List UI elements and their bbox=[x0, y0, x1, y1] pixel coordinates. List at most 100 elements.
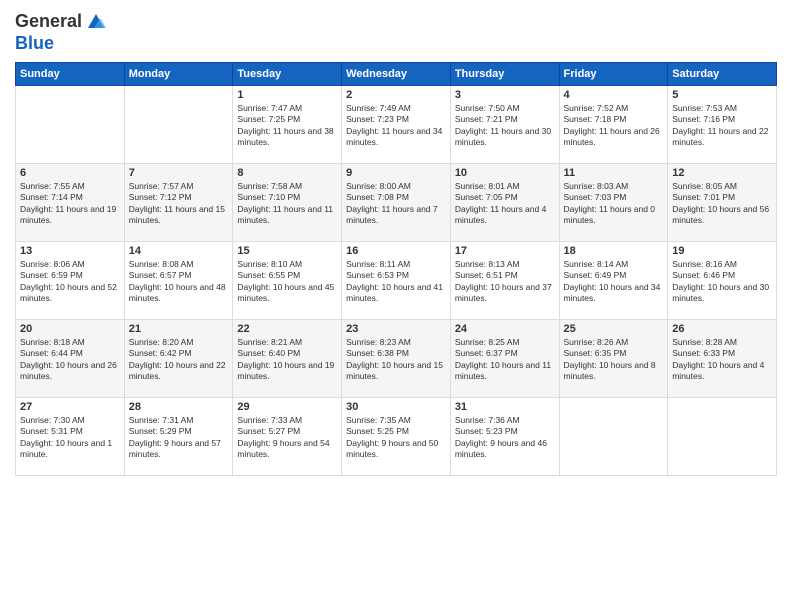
day-number: 11 bbox=[564, 167, 664, 179]
day-cell: 31 Sunrise: 7:36 AM Sunset: 5:23 PM Dayli… bbox=[450, 397, 559, 475]
day-number: 28 bbox=[129, 401, 229, 413]
day-cell: 12Sunrise: 8:05 AM Sunset: 7:01 PM Dayli… bbox=[668, 163, 777, 241]
day-cell: 24Sunrise: 8:25 AM Sunset: 6:37 PM Dayli… bbox=[450, 319, 559, 397]
day-number: 9 bbox=[346, 167, 446, 179]
day-cell bbox=[124, 85, 233, 163]
day-number: 1 bbox=[237, 89, 337, 101]
week-row-4: 20 Sunrise: 8:18 AM Sunset: 6:44 PM Dayli… bbox=[16, 319, 777, 397]
day-info: Sunrise: 7:31 AM Sunset: 5:29 PM Dayligh… bbox=[129, 415, 229, 461]
day-cell: 8 Sunrise: 7:58 AM Sunset: 7:10 PM Daylig… bbox=[233, 163, 342, 241]
day-cell: 17 Sunrise: 8:13 AM Sunset: 6:51 PM Dayli… bbox=[450, 241, 559, 319]
day-cell: 20 Sunrise: 8:18 AM Sunset: 6:44 PM Dayli… bbox=[16, 319, 125, 397]
day-number: 23 bbox=[346, 323, 446, 335]
day-cell: 14Sunrise: 8:08 AM Sunset: 6:57 PM Dayli… bbox=[124, 241, 233, 319]
day-cell: 1 Sunrise: 7:47 AM Sunset: 7:25 PM Daylig… bbox=[233, 85, 342, 163]
logo-icon bbox=[84, 10, 108, 34]
day-number: 21 bbox=[129, 323, 229, 335]
page: General Blue SundayMondayTuesdayWednesda… bbox=[0, 0, 792, 612]
day-cell: 7 Sunrise: 7:57 AM Sunset: 7:12 PM Daylig… bbox=[124, 163, 233, 241]
day-number: 16 bbox=[346, 245, 446, 257]
day-info: Sunrise: 7:50 AM Sunset: 7:21 PM Dayligh… bbox=[455, 103, 555, 149]
day-cell: 18 Sunrise: 8:14 AM Sunset: 6:49 PM Dayli… bbox=[559, 241, 668, 319]
day-number: 10 bbox=[455, 167, 555, 179]
day-info: Sunrise: 7:47 AM Sunset: 7:25 PM Dayligh… bbox=[237, 103, 337, 149]
day-number: 20 bbox=[20, 323, 120, 335]
day-number: 12 bbox=[672, 167, 772, 179]
day-info: Sunrise: 8:00 AM Sunset: 7:08 PM Dayligh… bbox=[346, 181, 446, 227]
weekday-header-wednesday: Wednesday bbox=[342, 62, 451, 85]
day-cell: 22 Sunrise: 8:21 AM Sunset: 6:40 PM Dayli… bbox=[233, 319, 342, 397]
weekday-header-tuesday: Tuesday bbox=[233, 62, 342, 85]
day-info: Sunrise: 7:30 AM Sunset: 5:31 PM Dayligh… bbox=[20, 415, 120, 461]
day-number: 13 bbox=[20, 245, 120, 257]
day-info: Sunrise: 8:16 AM Sunset: 6:46 PM Dayligh… bbox=[672, 259, 772, 305]
day-number: 30 bbox=[346, 401, 446, 413]
day-number: 15 bbox=[237, 245, 337, 257]
day-info: Sunrise: 7:49 AM Sunset: 7:23 PM Dayligh… bbox=[346, 103, 446, 149]
day-info: Sunrise: 7:57 AM Sunset: 7:12 PM Dayligh… bbox=[129, 181, 229, 227]
day-cell: 11 Sunrise: 8:03 AM Sunset: 7:03 PM Dayli… bbox=[559, 163, 668, 241]
day-info: Sunrise: 7:33 AM Sunset: 5:27 PM Dayligh… bbox=[237, 415, 337, 461]
day-info: Sunrise: 8:21 AM Sunset: 6:40 PM Dayligh… bbox=[237, 337, 337, 383]
day-info: Sunrise: 7:36 AM Sunset: 5:23 PM Dayligh… bbox=[455, 415, 555, 461]
weekday-header-sunday: Sunday bbox=[16, 62, 125, 85]
day-number: 5 bbox=[672, 89, 772, 101]
day-cell: 2Sunrise: 7:49 AM Sunset: 7:23 PM Daylig… bbox=[342, 85, 451, 163]
day-cell: 26Sunrise: 8:28 AM Sunset: 6:33 PM Dayli… bbox=[668, 319, 777, 397]
day-number: 24 bbox=[455, 323, 555, 335]
day-number: 31 bbox=[455, 401, 555, 413]
day-info: Sunrise: 8:14 AM Sunset: 6:49 PM Dayligh… bbox=[564, 259, 664, 305]
day-number: 17 bbox=[455, 245, 555, 257]
day-info: Sunrise: 7:52 AM Sunset: 7:18 PM Dayligh… bbox=[564, 103, 664, 149]
day-number: 19 bbox=[672, 245, 772, 257]
day-cell: 30 Sunrise: 7:35 AM Sunset: 5:25 PM Dayli… bbox=[342, 397, 451, 475]
logo-text: General bbox=[15, 12, 82, 32]
day-cell: 10 Sunrise: 8:01 AM Sunset: 7:05 PM Dayli… bbox=[450, 163, 559, 241]
day-number: 29 bbox=[237, 401, 337, 413]
day-cell: 29 Sunrise: 7:33 AM Sunset: 5:27 PM Dayli… bbox=[233, 397, 342, 475]
day-number: 27 bbox=[20, 401, 120, 413]
header: General Blue bbox=[15, 10, 777, 54]
day-number: 7 bbox=[129, 167, 229, 179]
day-info: Sunrise: 8:10 AM Sunset: 6:55 PM Dayligh… bbox=[237, 259, 337, 305]
day-cell: 5 Sunrise: 7:53 AM Sunset: 7:16 PM Daylig… bbox=[668, 85, 777, 163]
day-info: Sunrise: 8:23 AM Sunset: 6:38 PM Dayligh… bbox=[346, 337, 446, 383]
week-row-5: 27 Sunrise: 7:30 AM Sunset: 5:31 PM Dayli… bbox=[16, 397, 777, 475]
day-info: Sunrise: 7:55 AM Sunset: 7:14 PM Dayligh… bbox=[20, 181, 120, 227]
weekday-header-friday: Friday bbox=[559, 62, 668, 85]
week-row-1: 1 Sunrise: 7:47 AM Sunset: 7:25 PM Daylig… bbox=[16, 85, 777, 163]
day-cell: 4Sunrise: 7:52 AM Sunset: 7:18 PM Daylig… bbox=[559, 85, 668, 163]
day-cell: 9 Sunrise: 8:00 AM Sunset: 7:08 PM Daylig… bbox=[342, 163, 451, 241]
day-info: Sunrise: 8:28 AM Sunset: 6:33 PM Dayligh… bbox=[672, 337, 772, 383]
day-number: 8 bbox=[237, 167, 337, 179]
day-info: Sunrise: 7:58 AM Sunset: 7:10 PM Dayligh… bbox=[237, 181, 337, 227]
logo-blue-text: Blue bbox=[15, 34, 54, 54]
day-info: Sunrise: 7:53 AM Sunset: 7:16 PM Dayligh… bbox=[672, 103, 772, 149]
day-cell: 27 Sunrise: 7:30 AM Sunset: 5:31 PM Dayli… bbox=[16, 397, 125, 475]
day-number: 18 bbox=[564, 245, 664, 257]
day-cell: 13Sunrise: 8:06 AM Sunset: 6:59 PM Dayli… bbox=[16, 241, 125, 319]
day-cell: 15 Sunrise: 8:10 AM Sunset: 6:55 PM Dayli… bbox=[233, 241, 342, 319]
day-cell: 6 Sunrise: 7:55 AM Sunset: 7:14 PM Daylig… bbox=[16, 163, 125, 241]
day-info: Sunrise: 8:20 AM Sunset: 6:42 PM Dayligh… bbox=[129, 337, 229, 383]
weekday-header-row: SundayMondayTuesdayWednesdayThursdayFrid… bbox=[16, 62, 777, 85]
day-cell: 3Sunrise: 7:50 AM Sunset: 7:21 PM Daylig… bbox=[450, 85, 559, 163]
calendar-table: SundayMondayTuesdayWednesdayThursdayFrid… bbox=[15, 62, 777, 476]
week-row-2: 6 Sunrise: 7:55 AM Sunset: 7:14 PM Daylig… bbox=[16, 163, 777, 241]
day-info: Sunrise: 8:01 AM Sunset: 7:05 PM Dayligh… bbox=[455, 181, 555, 227]
day-number: 25 bbox=[564, 323, 664, 335]
day-number: 6 bbox=[20, 167, 120, 179]
day-cell: 23 Sunrise: 8:23 AM Sunset: 6:38 PM Dayli… bbox=[342, 319, 451, 397]
day-cell: 28 Sunrise: 7:31 AM Sunset: 5:29 PM Dayli… bbox=[124, 397, 233, 475]
day-cell: 16Sunrise: 8:11 AM Sunset: 6:53 PM Dayli… bbox=[342, 241, 451, 319]
day-info: Sunrise: 7:35 AM Sunset: 5:25 PM Dayligh… bbox=[346, 415, 446, 461]
week-row-3: 13Sunrise: 8:06 AM Sunset: 6:59 PM Dayli… bbox=[16, 241, 777, 319]
day-info: Sunrise: 8:03 AM Sunset: 7:03 PM Dayligh… bbox=[564, 181, 664, 227]
day-number: 22 bbox=[237, 323, 337, 335]
day-info: Sunrise: 8:26 AM Sunset: 6:35 PM Dayligh… bbox=[564, 337, 664, 383]
weekday-header-thursday: Thursday bbox=[450, 62, 559, 85]
day-info: Sunrise: 8:13 AM Sunset: 6:51 PM Dayligh… bbox=[455, 259, 555, 305]
day-cell bbox=[16, 85, 125, 163]
day-info: Sunrise: 8:18 AM Sunset: 6:44 PM Dayligh… bbox=[20, 337, 120, 383]
weekday-header-saturday: Saturday bbox=[668, 62, 777, 85]
